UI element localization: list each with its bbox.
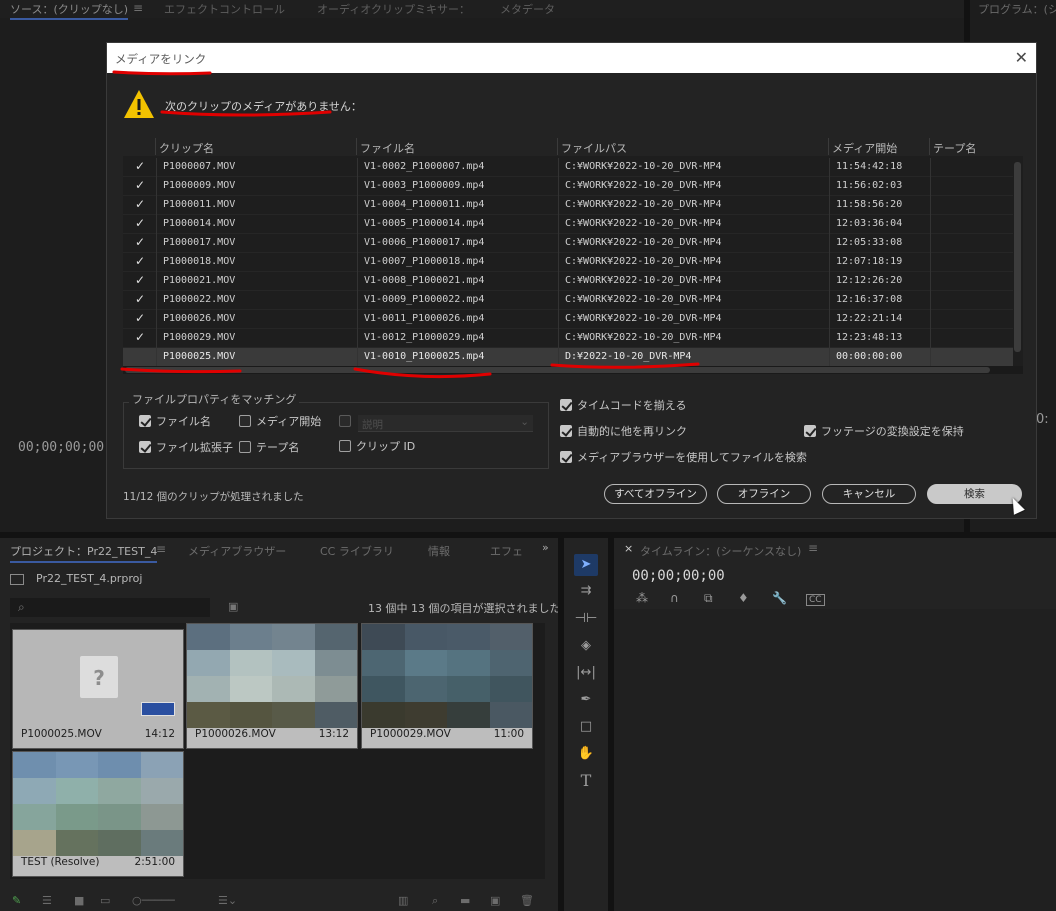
red-annotations [112,70,700,379]
annotation-underline-title [112,70,212,76]
annotation-underline-file [353,367,492,379]
annotation-underline-warning [160,110,332,117]
annotation-underline-path [550,362,700,369]
annotation-underline-clip [120,367,242,374]
